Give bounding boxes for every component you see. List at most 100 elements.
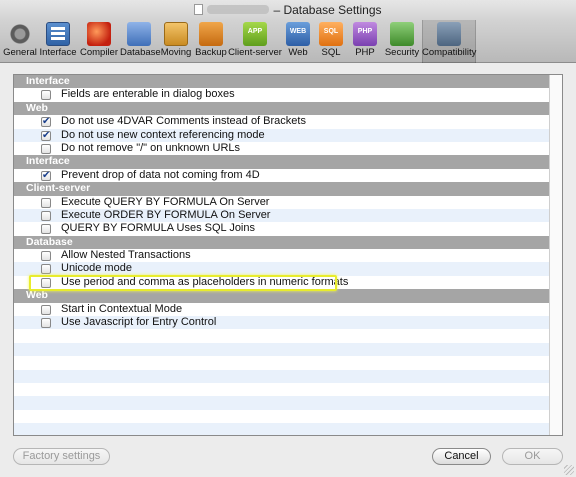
client-server-icon: APP — [243, 22, 267, 46]
section-header: Web — [14, 289, 550, 303]
tool-database[interactable]: Database — [120, 20, 161, 63]
resize-grip-icon[interactable] — [564, 465, 574, 475]
general-icon — [8, 22, 32, 46]
option-row[interactable]: Use Javascript for Entry Control — [14, 316, 550, 330]
option-row[interactable]: Allow Nested Transactions — [14, 249, 550, 263]
option-label: Execute QUERY BY FORMULA On Server — [61, 195, 270, 208]
option-checkbox[interactable] — [41, 197, 51, 208]
tool-interface[interactable]: Interface — [38, 20, 78, 63]
tool-label: Compiler — [79, 47, 118, 58]
factory-settings-button[interactable]: Factory settings — [13, 448, 110, 465]
tool-label: Compatibility — [422, 47, 477, 58]
option-label: Allow Nested Transactions — [61, 249, 191, 262]
tool-sql[interactable]: SQL SQL — [314, 20, 348, 63]
blurred-database-name — [207, 5, 270, 14]
option-row[interactable]: Execute ORDER BY FORMULA On Server — [14, 208, 550, 223]
tool-label: Moving — [160, 47, 192, 58]
option-checkbox[interactable] — [41, 90, 51, 101]
option-label: Unicode mode — [61, 262, 132, 275]
tool-client-server[interactable]: APP Client-server — [228, 20, 282, 63]
option-row[interactable]: Do not remove "/" on unknown URLs — [14, 141, 550, 156]
highlight-box — [29, 275, 337, 291]
database-settings-window: – Database Settings General Interface Co… — [0, 0, 576, 477]
empty-row — [14, 342, 550, 357]
option-row[interactable]: Fields are enterable in dialog boxes — [14, 88, 550, 102]
tool-general[interactable]: General — [2, 20, 38, 63]
preferences-toolbar: General Interface Compiler Database Movi… — [0, 20, 576, 63]
window-title: – Database Settings — [273, 3, 382, 17]
option-label: Execute ORDER BY FORMULA On Server — [61, 208, 271, 221]
option-checkbox[interactable] — [41, 318, 51, 329]
tool-label: Backup — [195, 47, 227, 58]
section-header: Interface — [14, 155, 550, 169]
tool-label: Database — [120, 47, 161, 58]
option-checkbox[interactable] — [41, 115, 51, 129]
option-checkbox[interactable] — [41, 143, 51, 154]
ok-button[interactable]: OK — [502, 448, 563, 465]
moving-icon — [164, 22, 188, 46]
empty-row — [14, 409, 550, 424]
interface-icon — [46, 22, 70, 46]
cancel-button[interactable]: Cancel — [432, 448, 491, 465]
option-checkbox[interactable] — [41, 304, 51, 315]
tool-compiler[interactable]: Compiler — [78, 20, 120, 63]
section-header: Database — [14, 235, 550, 250]
title-bar: – Database Settings — [0, 0, 576, 20]
option-row[interactable]: Unicode mode — [14, 262, 550, 276]
empty-row — [14, 396, 550, 410]
tool-security[interactable]: Security — [382, 20, 422, 63]
option-checkbox[interactable] — [41, 224, 51, 235]
options-rows: Interface Fields are enterable in dialog … — [14, 75, 550, 435]
empty-row — [14, 356, 550, 370]
tool-label: SQL — [321, 47, 341, 58]
option-row[interactable]: QUERY BY FORMULA Uses SQL Joins — [14, 222, 550, 236]
option-checkbox[interactable] — [41, 210, 51, 221]
option-checkbox[interactable] — [41, 129, 51, 142]
option-checkbox[interactable] — [41, 264, 51, 275]
empty-row — [14, 423, 550, 435]
tool-label: Client-server — [228, 47, 282, 58]
tool-label: Web — [288, 47, 308, 58]
tool-php[interactable]: PHP PHP — [348, 20, 382, 63]
option-row[interactable]: Prevent drop of data not coming from 4D — [14, 168, 550, 182]
option-row[interactable]: Do not use new context referencing mode — [14, 128, 550, 142]
option-checkbox[interactable] — [41, 251, 51, 262]
section-header: Client-server — [14, 182, 550, 196]
php-icon: PHP — [353, 22, 377, 46]
tool-label: General — [3, 47, 37, 58]
compatibility-options-list: Interface Fields are enterable in dialog … — [13, 74, 563, 436]
section-header: Web — [14, 101, 550, 116]
sql-icon: SQL — [319, 22, 343, 46]
backup-icon — [199, 22, 223, 46]
tool-backup[interactable]: Backup — [194, 20, 228, 63]
vertical-scrollbar[interactable] — [549, 75, 562, 435]
compiler-icon — [87, 22, 111, 46]
option-label: Start in Contextual Mode — [61, 302, 183, 315]
option-row[interactable]: Execute QUERY BY FORMULA On Server — [14, 195, 550, 209]
option-label: Prevent drop of data not coming from 4D — [61, 168, 260, 181]
empty-row — [14, 382, 550, 397]
tool-moving[interactable]: Moving — [158, 20, 194, 63]
empty-row — [14, 329, 550, 343]
option-checkbox[interactable] — [41, 169, 51, 182]
option-label: Do not use 4DVAR Comments instead of Bra… — [61, 115, 306, 128]
web-icon: WEB — [286, 22, 310, 46]
tool-label: Security — [384, 47, 420, 58]
icon-badge-text: APP — [247, 28, 263, 35]
option-label: QUERY BY FORMULA Uses SQL Joins — [61, 222, 255, 235]
tool-label: Interface — [39, 47, 77, 58]
option-label: Do not remove "/" on unknown URLs — [61, 141, 241, 154]
security-icon — [390, 22, 414, 46]
compatibility-icon — [437, 22, 461, 46]
tool-label: PHP — [355, 47, 375, 58]
option-label: Do not use new context referencing mode — [61, 128, 265, 141]
icon-badge-text: PHP — [357, 28, 373, 35]
option-row[interactable]: Start in Contextual Mode — [14, 302, 550, 317]
section-header: Interface — [14, 75, 550, 89]
option-label: Use Javascript for Entry Control — [61, 316, 217, 329]
tool-compatibility[interactable]: Compatibility — [422, 20, 476, 63]
tool-web[interactable]: WEB Web — [282, 20, 314, 63]
option-row[interactable]: Do not use 4DVAR Comments instead of Bra… — [14, 115, 550, 129]
empty-row — [14, 369, 550, 383]
option-label: Fields are enterable in dialog boxes — [61, 88, 235, 101]
